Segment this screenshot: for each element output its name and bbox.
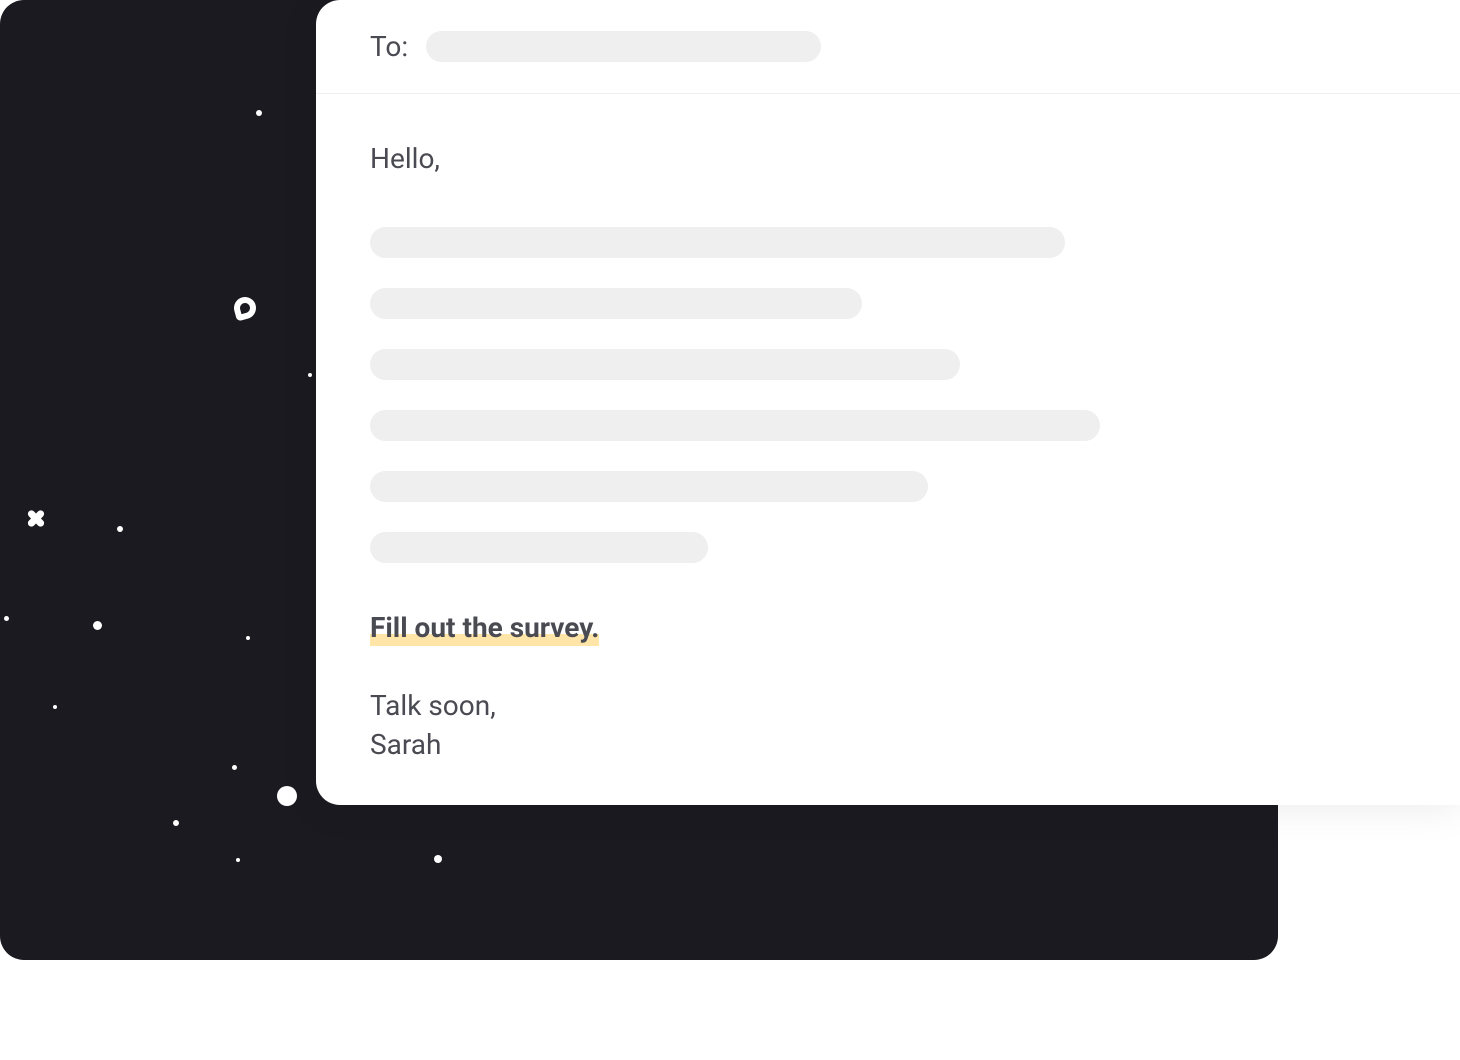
email-body: Hello, Fill out the survey. Talk soon, S… (316, 94, 1460, 805)
star-dot (277, 786, 297, 806)
body-placeholder-line (370, 227, 1065, 258)
body-placeholder-line (370, 471, 928, 502)
star-dot (173, 820, 179, 826)
star-dot (232, 765, 237, 770)
star-dot (256, 110, 262, 116)
star-dot (308, 373, 312, 377)
donut-icon (232, 295, 259, 322)
star-dot (236, 858, 240, 862)
star-dot (434, 855, 442, 863)
x-icon (26, 508, 46, 528)
body-placeholder-line (370, 288, 862, 319)
to-label: To: (370, 30, 408, 63)
email-greeting: Hello, (370, 142, 1406, 175)
survey-link[interactable]: Fill out the survey. (370, 611, 599, 644)
email-compose-card: To: Hello, Fill out the survey. Talk soo… (316, 0, 1460, 805)
body-placeholder-line (370, 410, 1100, 441)
closing-text: Talk soon, (370, 689, 496, 722)
signature-text: Sarah (370, 728, 441, 761)
star-dot (93, 621, 102, 630)
star-dot (53, 705, 57, 709)
email-header: To: (316, 0, 1460, 94)
star-dot (246, 636, 250, 640)
star-dot (117, 526, 123, 532)
email-closing: Talk soon, Sarah (370, 686, 1406, 764)
to-recipient-field[interactable] (426, 31, 821, 62)
star-dot (4, 616, 9, 621)
body-placeholder-line (370, 532, 708, 563)
body-placeholder-line (370, 349, 960, 380)
